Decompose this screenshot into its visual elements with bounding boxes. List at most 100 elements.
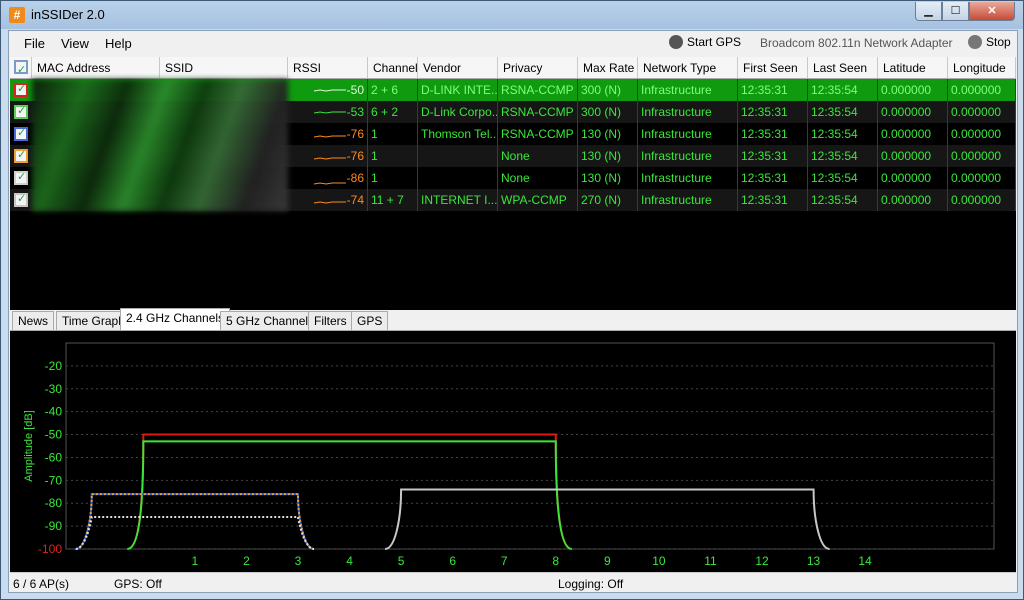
cell-longitude: 0.000000	[948, 79, 1016, 101]
cell-last-seen: 12:35:54	[808, 145, 878, 167]
gps-icon[interactable]	[669, 35, 683, 49]
cell-vendor	[418, 145, 498, 167]
adapter-selector[interactable]: Broadcom 802.11n Network Adapter	[760, 36, 953, 50]
column-header-channel[interactable]: Channel	[368, 57, 418, 79]
x-tick-label: 6	[449, 554, 456, 568]
cell-network-type: Infrastructure	[638, 145, 738, 167]
cell-longitude: 0.000000	[948, 145, 1016, 167]
cell-privacy: None	[498, 145, 578, 167]
column-header-max-rate[interactable]: Max Rate	[578, 57, 638, 79]
rssi-sparkline	[314, 182, 346, 185]
menu-view[interactable]: View	[61, 36, 89, 51]
cell-first-seen: 12:35:31	[738, 101, 808, 123]
title-bar[interactable]: # inSSIDer 2.0 ▁ ☐ ✕	[1, 1, 1023, 29]
y-tick-label: -30	[45, 382, 63, 396]
x-tick-label: 3	[295, 554, 302, 568]
column-header-network-type[interactable]: Network Type	[638, 57, 738, 79]
rssi-sparkline	[314, 135, 346, 138]
cell-latitude: 0.000000	[878, 123, 948, 145]
window-title: inSSIDer 2.0	[31, 7, 105, 22]
row-checkbox[interactable]	[14, 192, 28, 207]
maximize-button[interactable]: ☐	[942, 2, 969, 21]
x-tick-label: 9	[604, 554, 611, 568]
cell-channel: 1	[368, 123, 418, 145]
cell-last-seen: 12:35:54	[808, 123, 878, 145]
y-tick-label: -70	[45, 473, 63, 487]
minimize-button[interactable]: ▁	[915, 2, 942, 21]
ap-count: 6 / 6 AP(s)	[13, 577, 70, 591]
channel-curve	[127, 433, 573, 550]
network-table: MAC Address SSID RSSI Channel Vendor Pri…	[10, 57, 1016, 334]
column-header-vendor[interactable]: Vendor	[418, 57, 498, 79]
column-header-latitude[interactable]: Latitude	[878, 57, 948, 79]
cell-max-rate: 130 (N)	[578, 123, 638, 145]
cell-channel: 2 + 6	[368, 79, 418, 101]
row-checkbox[interactable]	[14, 82, 28, 97]
cell-privacy: RSNA-CCMP	[498, 79, 578, 101]
row-checkbox[interactable]	[14, 148, 28, 163]
cell-network-type: Infrastructure	[638, 123, 738, 145]
channel-curve	[75, 515, 315, 550]
column-header-longitude[interactable]: Longitude	[948, 57, 1016, 79]
cell-last-seen: 12:35:54	[808, 167, 878, 189]
cell-network-type: Infrastructure	[638, 101, 738, 123]
column-header-ssid[interactable]: SSID	[160, 57, 288, 79]
logging-status: Logging: Off	[558, 577, 624, 591]
column-header-mac[interactable]: MAC Address	[32, 57, 160, 79]
stop-button[interactable]: Stop	[986, 35, 1011, 49]
select-all-header[interactable]	[10, 57, 32, 79]
row-checkbox[interactable]	[14, 104, 28, 119]
cell-first-seen: 12:35:31	[738, 123, 808, 145]
row-checkbox[interactable]	[14, 126, 28, 141]
cell-first-seen: 12:35:31	[738, 167, 808, 189]
start-gps-button[interactable]: Start GPS	[687, 35, 741, 49]
tab-filters[interactable]: Filters	[308, 311, 353, 330]
y-tick-label: -80	[45, 496, 63, 510]
x-tick-label: 12	[755, 554, 769, 568]
gps-status: GPS: Off	[114, 577, 162, 591]
cell-last-seen: 12:35:54	[808, 189, 878, 211]
y-tick-label: -40	[45, 405, 63, 419]
close-button[interactable]: ✕	[969, 2, 1015, 21]
cell-privacy: None	[498, 167, 578, 189]
tab-2-4-ghz-channels[interactable]: 2.4 GHz Channels	[120, 308, 231, 330]
tab-5-ghz-channels[interactable]: 5 GHz Channels	[220, 311, 321, 330]
y-tick-label: -100	[38, 542, 62, 556]
cell-max-rate: 130 (N)	[578, 167, 638, 189]
plot-frame	[65, 342, 995, 550]
cell-first-seen: 12:35:31	[738, 79, 808, 101]
redacted-mac-ssid	[32, 79, 288, 211]
cell-latitude: 0.000000	[878, 79, 948, 101]
column-header-privacy[interactable]: Privacy	[498, 57, 578, 79]
x-tick-label: 13	[807, 554, 821, 568]
cell-privacy: RSNA-CCMP	[498, 123, 578, 145]
cell-latitude: 0.000000	[878, 167, 948, 189]
cell-latitude: 0.000000	[878, 145, 948, 167]
tab-news[interactable]: News	[12, 311, 55, 330]
row-checkbox[interactable]	[14, 170, 28, 185]
app-logo-icon: #	[9, 7, 25, 23]
tab-gps[interactable]: GPS	[351, 311, 389, 330]
cell-latitude: 0.000000	[878, 101, 948, 123]
menu-bar: File View Help Start GPS Broadcom 802.11…	[9, 31, 1017, 55]
rssi-sparkline	[314, 157, 346, 160]
channel-curve	[75, 493, 315, 550]
cell-max-rate: 130 (N)	[578, 145, 638, 167]
channel-curve	[384, 488, 830, 550]
channel-curve	[75, 493, 315, 550]
menu-file[interactable]: File	[24, 36, 45, 51]
column-header-first-seen[interactable]: First Seen	[738, 57, 808, 79]
x-tick-label: 14	[858, 554, 872, 568]
y-tick-label: -90	[45, 519, 63, 533]
y-tick-label: -50	[45, 428, 63, 442]
menu-help[interactable]: Help	[105, 36, 132, 51]
cell-latitude: 0.000000	[878, 189, 948, 211]
stop-icon[interactable]	[968, 35, 982, 49]
cell-vendor: D-LINK INTE...	[418, 79, 498, 101]
cell-channel: 1	[368, 167, 418, 189]
cell-vendor: INTERNET I...	[418, 189, 498, 211]
column-header-rssi[interactable]: RSSI	[288, 57, 368, 79]
column-header-last-seen[interactable]: Last Seen	[808, 57, 878, 79]
cell-longitude: 0.000000	[948, 123, 1016, 145]
select-all-checkbox[interactable]	[14, 59, 28, 78]
